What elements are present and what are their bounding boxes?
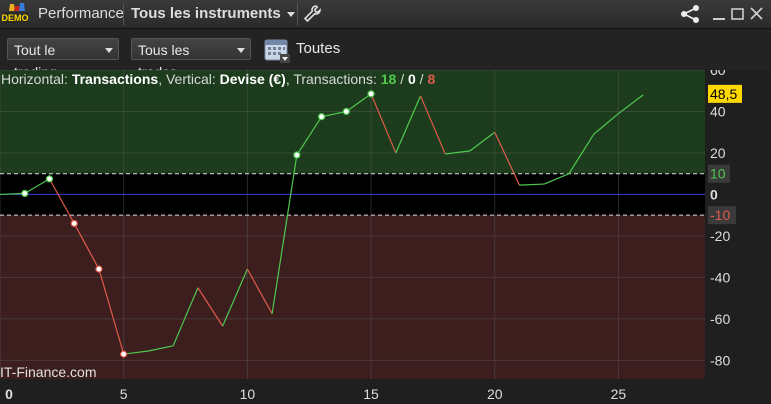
y-tick-label: 20	[710, 145, 726, 161]
share-icon[interactable]	[679, 3, 701, 25]
x-tick-label: 15	[363, 386, 379, 402]
data-point-marker[interactable]	[120, 350, 128, 358]
trades-filter-dropdown[interactable]: Tous les trades	[131, 38, 251, 80]
instrument-selector[interactable]: Tous les instruments	[123, 0, 301, 28]
lower-threshold-label: -10	[710, 207, 730, 223]
x-tick-label: 25	[611, 386, 627, 402]
watermark: IT-Finance.com	[0, 364, 97, 380]
current-value-label: 48,5	[710, 86, 737, 102]
data-point-marker[interactable]	[45, 175, 54, 183]
count-separator: /	[415, 71, 428, 87]
y-tick-label: 60	[710, 70, 726, 78]
tab-performance[interactable]: Performance	[30, 0, 132, 28]
chevron-down-icon	[237, 48, 245, 53]
data-point-marker[interactable]	[317, 113, 326, 121]
data-point-marker[interactable]	[293, 151, 301, 159]
data-point-marker[interactable]	[95, 265, 103, 273]
neutral-trades-count: 0	[408, 71, 416, 87]
vertical-axis-value: Devise (€)	[219, 71, 286, 87]
x-tick-label: 5	[120, 386, 128, 402]
demo-logo-icon: DEMO	[2, 3, 28, 23]
calendar-icon[interactable]	[263, 36, 291, 64]
count-separator: /	[396, 71, 408, 87]
instrument-selector-label: Tous les instruments	[131, 5, 281, 22]
winning-trades-count: 18	[380, 71, 397, 87]
vertical-axis-label: , Vertical:	[158, 71, 220, 87]
upper-threshold-label: 10	[710, 166, 726, 182]
horizontal-axis-label: Horizontal:	[1, 71, 72, 87]
loss-zone	[0, 215, 705, 379]
y-tick-label: -80	[710, 352, 730, 368]
demo-badge: DEMO	[2, 13, 28, 23]
x-tick-label: 10	[240, 386, 256, 402]
equity-chart[interactable]: 0 5 10 15 20 25 60 40 20 0 -20 -40 -60 -80 10 -10 48,5	[0, 70, 771, 404]
data-point-marker[interactable]	[367, 90, 375, 98]
period-label: Toutes	[296, 40, 341, 57]
y-tick-label: -60	[710, 311, 730, 327]
y-tick-label: 40	[710, 103, 726, 119]
chart-header: Horizontal: Transactions, Vertical: Devi…	[1, 71, 435, 87]
x-tick-label: 20	[487, 386, 503, 402]
chevron-down-icon	[105, 48, 113, 53]
y-tick-label: 0	[710, 186, 718, 202]
close-icon[interactable]	[746, 3, 768, 25]
x-axis-panel	[0, 379, 705, 404]
chevron-down-icon	[286, 12, 295, 17]
transactions-label: , Transactions:	[285, 71, 381, 87]
data-point-marker[interactable]	[21, 189, 29, 197]
tab-separator	[297, 3, 298, 25]
y-tick-label: -40	[710, 269, 730, 285]
horizontal-axis-value: Transactions	[71, 71, 159, 87]
title-bar: DEMO Performance Tous les instruments	[0, 0, 771, 29]
y-tick-label: -20	[710, 228, 730, 244]
data-point-marker[interactable]	[342, 107, 350, 116]
wrench-icon[interactable]	[301, 3, 323, 25]
data-point-marker[interactable]	[70, 219, 78, 228]
losing-trades-count: 8	[427, 71, 436, 87]
trading-filter-dropdown[interactable]: Tout le trading	[7, 38, 119, 80]
x-tick-label: 0	[5, 386, 13, 402]
